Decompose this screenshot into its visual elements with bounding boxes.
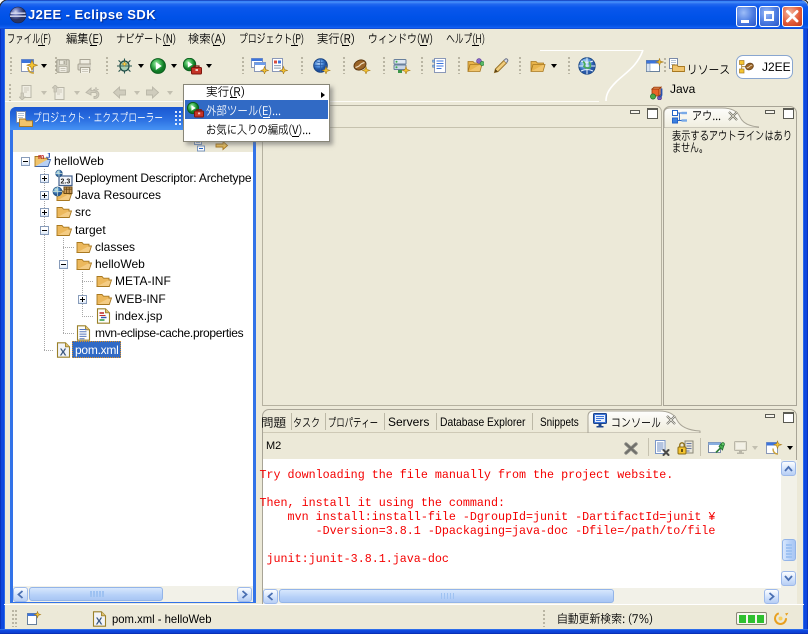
svg-text:X: X	[96, 617, 103, 628]
svg-text:X: X	[60, 348, 67, 359]
svg-text:m: m	[38, 154, 44, 161]
svg-text:J: J	[46, 153, 50, 161]
